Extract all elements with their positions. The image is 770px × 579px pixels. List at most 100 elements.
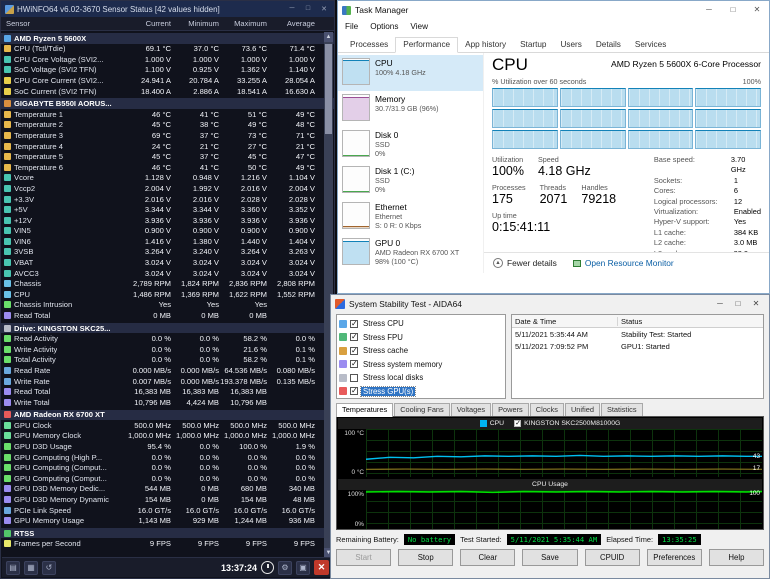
log-column-status[interactable]: Status (618, 317, 642, 326)
sensor-row[interactable]: GPU Computing (Comput... 0.0 % 0.0 % 0.0… (1, 462, 334, 473)
open-resource-monitor-link[interactable]: Open Resource Monitor (572, 258, 674, 268)
cpu-core-grid[interactable] (492, 88, 761, 149)
expand-icon[interactable]: ▣ (296, 560, 310, 575)
aida-button[interactable]: Save (522, 549, 578, 566)
sensor-row[interactable]: SoC Voltage (SVI2 TFN) 1.100 V 0.925 V 1… (1, 65, 334, 76)
sensor-row[interactable]: AMD Ryzen 5 5600X (1, 31, 334, 44)
tab[interactable]: Services (628, 38, 673, 52)
sensor-row[interactable]: AMD Radeon RX 6700 XT (1, 407, 334, 420)
sensor-row[interactable]: Read Total 16,383 MB 16,383 MB 16,383 MB (1, 386, 334, 397)
tab[interactable]: Details (589, 38, 628, 52)
graph-icon[interactable]: ▦ (24, 560, 38, 575)
sensor-row[interactable]: GPU Clock 500.0 MHz 500.0 MHz 500.0 MHz … (1, 420, 334, 431)
checkbox[interactable] (350, 386, 358, 396)
sensor-row[interactable]: AVCC3 3.024 V 3.024 V 3.024 V 3.024 V (1, 268, 334, 279)
aida-titlebar[interactable]: System Stability Test - AIDA64 ─ □ ✕ (331, 295, 769, 312)
sensor-row[interactable]: VBAT 3.024 V 3.024 V 3.024 V 3.024 V (1, 257, 334, 268)
sensor-row[interactable]: Vcore 1.128 V 0.948 V 1.216 V 1.104 V (1, 173, 334, 184)
sensor-row[interactable]: Vccp2 2.004 V 1.992 V 2.016 V 2.004 V (1, 183, 334, 194)
settings-gear-icon[interactable]: ⚙ (278, 560, 292, 575)
sidebar-item[interactable]: CPU 100% 4.18 GHz (338, 55, 483, 91)
close-icon[interactable]: ✕ (747, 297, 765, 311)
stress-option[interactable]: Stress GPU(s) (339, 385, 503, 399)
sensor-row[interactable]: Temperature 4 24 °C 21 °C 27 °C 21 °C (1, 141, 334, 152)
column-average[interactable]: Average (267, 19, 315, 28)
minimize-icon[interactable]: ─ (711, 297, 729, 311)
close-icon[interactable]: ✕ (318, 5, 330, 13)
sensor-row[interactable]: Frames per Second 9 FPS 9 FPS 9 FPS 9 FP… (1, 538, 334, 549)
graph-tab[interactable]: Unified (564, 403, 600, 416)
taskmgr-titlebar[interactable]: Task Manager ─ □ ✕ (338, 1, 769, 19)
scroll-up-icon[interactable]: ▲ (324, 32, 333, 42)
sensor-row[interactable]: Temperature 5 45 °C 37 °C 45 °C 47 °C (1, 151, 334, 162)
sensor-row[interactable]: GIGABYTE B550I AORUS... (1, 96, 334, 109)
sensor-row[interactable]: GPU Memory Usage 1,143 MB 929 MB 1,244 M… (1, 515, 334, 526)
stress-option[interactable]: Stress CPU (339, 317, 503, 331)
log-row[interactable]: 5/11/2021 5:35:44 AM Stability Test: Sta… (512, 328, 763, 340)
checkbox[interactable] (350, 332, 358, 342)
sensor-row[interactable]: Chassis 2,789 RPM 1,824 RPM 2,836 RPM 2,… (1, 278, 334, 289)
aida-button[interactable]: CPUID (584, 549, 640, 566)
maximize-icon[interactable]: □ (721, 1, 745, 19)
sensor-row[interactable]: Chassis Intrusion Yes Yes Yes (1, 300, 334, 311)
sensor-row[interactable]: Read Activity 0.0 % 0.0 % 58.2 % 0.0 % (1, 333, 334, 344)
stress-option[interactable]: Stress local disks (339, 371, 503, 385)
sensor-row[interactable]: +12V 3.936 V 3.936 V 3.936 V 3.936 V (1, 215, 334, 226)
graph-tab[interactable]: Voltages (450, 403, 492, 416)
minimize-icon[interactable]: ─ (286, 5, 298, 13)
graph-tab[interactable]: Powers (492, 403, 529, 416)
sidebar-item[interactable]: Memory 30.7/31.9 GB (96%) (338, 91, 483, 127)
checkbox[interactable] (350, 359, 358, 369)
stress-option[interactable]: Stress system memory (339, 358, 503, 372)
sensor-row[interactable]: GPU Memory Clock 1,000.0 MHz 1,000.0 MHz… (1, 431, 334, 442)
tab[interactable]: App history (458, 38, 513, 52)
sensor-row[interactable]: CPU (Tctl/Tdie) 69.1 °C 37.0 °C 73.6 °C … (1, 44, 334, 55)
sensor-row[interactable]: Temperature 1 46 °C 41 °C 51 °C 49 °C (1, 109, 334, 120)
tab[interactable]: Performance (395, 37, 459, 53)
graph-tab[interactable]: Temperatures (336, 403, 394, 417)
maximize-icon[interactable]: □ (729, 297, 747, 311)
sensor-row[interactable]: SoC Current (SVI2 TFN) 18.400 A 2.886 A … (1, 86, 334, 97)
column-current[interactable]: Current (123, 19, 171, 28)
maximize-icon[interactable]: □ (302, 5, 314, 13)
minimize-icon[interactable]: ─ (697, 1, 721, 19)
column-minimum[interactable]: Minimum (171, 19, 219, 28)
sensor-row[interactable]: Temperature 2 45 °C 38 °C 49 °C 48 °C (1, 120, 334, 131)
log-row[interactable]: 5/11/2021 7:09:52 PM GPU1: Started (512, 340, 763, 352)
sensor-row[interactable]: VIN5 0.900 V 0.900 V 0.900 V 0.900 V (1, 226, 334, 237)
sensor-row[interactable]: GPU Computing (High P... 0.0 % 0.0 % 0.0… (1, 452, 334, 463)
sensor-row[interactable]: GPU D3D Usage 95.4 % 0.0 % 100.0 % 1.9 % (1, 441, 334, 452)
aida-button[interactable]: Preferences (646, 549, 702, 566)
sensor-row[interactable]: Temperature 3 69 °C 37 °C 73 °C 71 °C (1, 130, 334, 141)
menu-item[interactable]: Options (370, 22, 398, 31)
sensor-row[interactable]: Drive: KINGSTON SKC25... (1, 320, 334, 334)
sensor-row[interactable]: GPU D3D Memory Dedic... 544 MB 0 MB 680 … (1, 484, 334, 495)
sensor-row[interactable]: +3.3V 2.016 V 2.016 V 2.028 V 2.028 V (1, 194, 334, 205)
fewer-details-link[interactable]: ▲ Fewer details (493, 258, 557, 268)
checkbox[interactable] (350, 346, 358, 355)
checkbox[interactable] (350, 373, 358, 382)
sensor-row[interactable]: GPU D3D Memory Dynamic 154 MB 0 MB 154 M… (1, 494, 334, 505)
sensor-row[interactable]: VIN6 1.416 V 1.380 V 1.440 V 1.404 V (1, 236, 334, 247)
sensor-row[interactable]: Total Activity 0.0 % 0.0 % 58.2 % 0.1 % (1, 355, 334, 366)
sensor-row[interactable]: PCIe Link Speed 16.0 GT/s 16.0 GT/s 16.0… (1, 505, 334, 516)
sensor-row[interactable]: Temperature 6 46 °C 41 °C 50 °C 49 °C (1, 162, 334, 173)
log-column-time[interactable]: Date & Time (512, 316, 618, 326)
aida-button[interactable]: Start (336, 549, 392, 566)
legend-cpu[interactable]: CPU (479, 420, 504, 427)
sensor-row[interactable]: Read Total 0 MB 0 MB 0 MB (1, 310, 334, 321)
close-icon[interactable]: ✕ (745, 1, 769, 19)
graph-tab[interactable]: Clocks (529, 403, 564, 416)
aida-button[interactable]: Help (708, 549, 764, 566)
sidebar-item[interactable]: GPU 0 AMD Radeon RX 6700 XT 98% (100 °C) (338, 235, 483, 271)
sidebar-item[interactable]: Disk 0 SSD 0% (338, 127, 483, 163)
sensor-row[interactable]: Write Total 10,796 MB 4,424 MB 10,796 MB (1, 397, 334, 408)
menu-item[interactable]: File (345, 22, 358, 31)
checkbox[interactable] (350, 319, 358, 328)
sensor-row[interactable]: Write Rate 0.007 MB/s 0.000 MB/s 193.378… (1, 376, 334, 387)
sensor-row[interactable]: +5V 3.344 V 3.344 V 3.360 V 3.352 V (1, 204, 334, 215)
sensor-row[interactable]: Read Rate 0.000 MB/s 0.000 MB/s 64.536 M… (1, 365, 334, 376)
sensor-row[interactable]: Write Activity 0.0 % 0.0 % 21.6 % 0.1 % (1, 344, 334, 355)
graph-tab[interactable]: Cooling Fans (394, 403, 450, 416)
sensor-row[interactable]: CPU Core Current (SVI2... 24.941 A 20.78… (1, 75, 334, 86)
